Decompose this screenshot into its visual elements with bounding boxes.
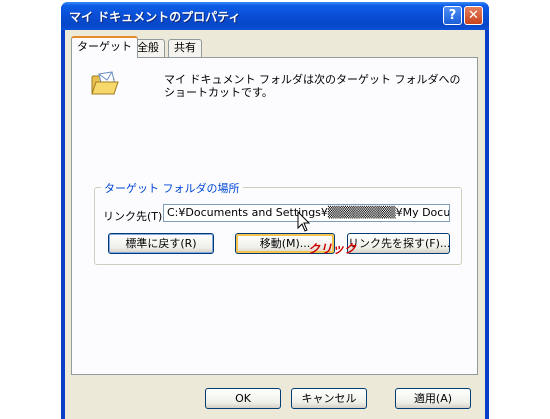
target-folder-location-group: ターゲット フォルダの場所 リンク先(T): C:¥Documents and …: [94, 180, 462, 265]
click-annotation: クリック: [308, 242, 357, 256]
target-tab-panel: マイ ドキュメント フォルダは次のターゲット フォルダへのショートカットです。 …: [71, 57, 478, 375]
open-folder-with-letter-icon: [91, 71, 119, 95]
link-label: リンク先(T):: [103, 210, 167, 223]
apply-button[interactable]: 適用(A): [395, 388, 471, 409]
mouse-pointer-icon: [297, 211, 311, 232]
restore-default-button[interactable]: 標準に戻す(R): [108, 233, 214, 254]
window-title: マイ ドキュメントのプロパティ: [69, 10, 241, 24]
tab-sharing[interactable]: 共有: [168, 39, 202, 57]
cancel-button[interactable]: キャンセル: [291, 388, 367, 409]
find-target-button[interactable]: リンク先を探す(F)...: [347, 233, 450, 254]
title-bar[interactable]: マイ ドキュメントのプロパティ ? ✕: [61, 2, 489, 30]
tab-target[interactable]: ターゲット: [71, 36, 138, 58]
shortcut-description: マイ ドキュメント フォルダは次のターゲット フォルダへのショートカットです。: [164, 73, 461, 99]
help-button[interactable]: ?: [443, 6, 462, 25]
properties-window: マイ ドキュメントのプロパティ ? ✕ ターゲット 全般 共有 マイ ドキュメン…: [61, 2, 489, 419]
close-button[interactable]: ✕: [464, 6, 483, 25]
ok-button[interactable]: OK: [205, 388, 281, 409]
group-label: ターゲット フォルダの場所: [101, 180, 243, 196]
dialog-client-area: ターゲット 全般 共有 マイ ドキュメント フォルダは次のターゲット フォルダへ…: [65, 30, 485, 419]
